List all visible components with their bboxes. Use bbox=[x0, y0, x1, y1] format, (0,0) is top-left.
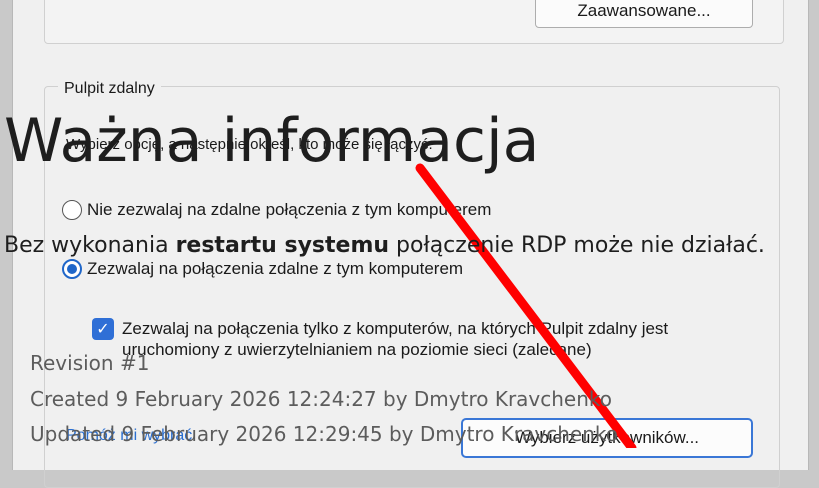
important-message: Bez wykonania restartu systemu połączeni… bbox=[4, 233, 765, 258]
message-bold: restartu systemu bbox=[175, 233, 390, 258]
message-prefix: Bez wykonania bbox=[4, 233, 176, 258]
message-suffix: połączenie RDP może nie działać. bbox=[389, 233, 765, 258]
page-title: Ważna informacja bbox=[4, 106, 540, 176]
revision-updated: Updated 9 February 2026 12:29:45 by Dmyt… bbox=[30, 422, 618, 446]
revision-created: Created 9 February 2026 12:24:27 by Dmyt… bbox=[30, 387, 613, 411]
revision-label: Revision #1 bbox=[30, 351, 150, 375]
red-arrow-annotation bbox=[415, 163, 637, 448]
